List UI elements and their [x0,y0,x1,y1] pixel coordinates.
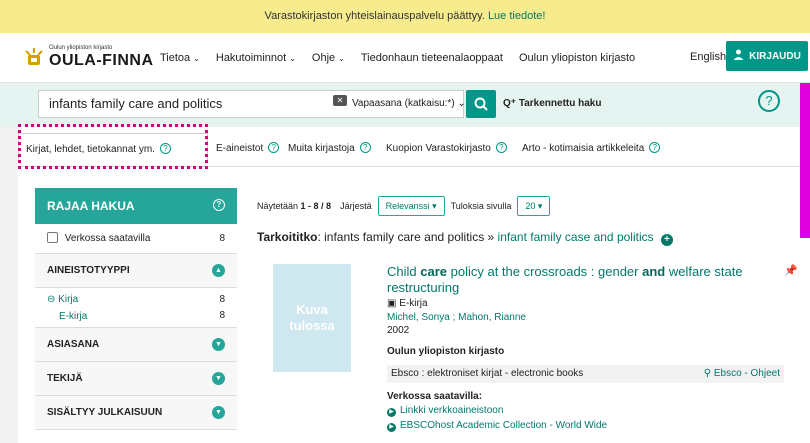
search-type-select[interactable]: Vapaasana (katkaisu:*) ⌄ [352,98,466,109]
tab-arto[interactable]: Arto - kotimaisia artikkeleita? [515,133,661,163]
result-record: Child care policy at the crossroads : ge… [387,264,787,433]
cover-placeholder[interactable]: Kuva tulossa [273,264,351,372]
per-page-label: Tuloksia sivulla [450,201,512,211]
nav-tieteenalaoppaat[interactable]: Tiedonhaun tieteenalaoppaat [361,52,503,64]
help-icon[interactable]: ? [359,142,371,153]
chevron-down-icon[interactable]: ▼ [212,338,225,351]
login-button[interactable]: KIRJAUDU [726,41,808,71]
user-icon [733,49,744,63]
clear-search-icon[interactable]: ✕ [333,95,347,106]
facet-tekija[interactable]: TEKIJÄ ▼ [35,362,237,396]
per-page-select[interactable]: 20 ▾ [517,196,551,216]
help-icon[interactable]: ? [649,142,661,153]
nav-oulun-kirjasto[interactable]: Oulun yliopiston kirjasto [519,52,635,64]
tab-kuopion-varastokirjasto[interactable]: Kuopion Varastokirjasto? [379,133,507,163]
arrow-right-icon: ▶ [387,423,396,433]
chevron-down-icon[interactable]: ▼ [212,372,225,385]
record-library: Oulun yliopiston kirjasto [387,346,505,358]
help-icon[interactable]: ? [268,142,280,153]
chevron-down-icon: ⌄ [338,54,345,63]
tab-e-aineistot[interactable]: E-aineistot? [209,133,280,163]
result-count: Näytetään 1 - 8 / 8 [257,201,332,211]
record-authors[interactable]: Michel, Sonya ; Mahon, Rianne [387,312,787,323]
online-filter[interactable]: Verkossa saatavilla 8 [35,224,237,254]
facet-count: 8 [219,233,225,244]
facet-value-kirja[interactable]: ⊖ Kirja [47,294,225,305]
facet-aineistotyyppi[interactable]: AINEISTOTYYPPI ▲ [35,254,237,288]
chevron-down-icon[interactable]: ▼ [212,406,225,419]
chevron-up-icon[interactable]: ▲ [212,264,225,277]
arrow-right-icon: ▶ [387,408,396,418]
did-you-mean: Tarkoititko: infants family care and pol… [257,230,673,246]
results-toolbar: Näytetään 1 - 8 / 8 Järjestä Relevanssi … [257,196,556,216]
source-help-link[interactable]: ⚲ Ebsco - Ohjeet [704,365,780,383]
search-icon [474,97,488,111]
record-format: ▣ E-kirja [387,298,428,310]
feedback-tab[interactable] [800,83,810,238]
online-link[interactable]: ▶ EBSCOhost Academic Collection - World W… [387,420,787,433]
tab-muita-kirjastoja[interactable]: Muita kirjastoja? [281,133,371,163]
chevron-down-icon: ⌄ [289,54,296,63]
site-logo[interactable]: Oulun yliopiston kirjasto OULA-FINNA [24,45,154,69]
logo-icon [24,47,44,67]
help-icon[interactable]: ? [495,142,507,153]
notice-banner: Varastokirjaston yhteislainauspalvelu pä… [0,0,810,33]
advanced-search-link[interactable]: Q⁺ Tarkennettu haku [503,98,601,109]
sort-label: Järjestä [340,201,372,211]
nav-hakutoiminnot[interactable]: Hakutoiminnot ⌄ [216,52,296,64]
facet-sisaltyy-julkaisuun[interactable]: SISÄLTYY JULKAISUUN ▼ [35,396,237,430]
logo-title: OULA-FINNA [49,52,154,69]
logo-subtitle: Oulun yliopiston kirjasto [49,45,113,51]
plus-icon[interactable]: + [660,234,673,246]
notice-link[interactable]: Lue tiedote! [488,10,546,22]
availability-heading: Verkossa saatavilla: [387,391,483,403]
help-icon[interactable]: ? [758,90,780,112]
record-source: Ebsco : elektroniset kirjat - electronic… [387,365,784,384]
site-header: Oulun yliopiston kirjasto OULA-FINNA Tie… [0,33,810,83]
language-link[interactable]: English [690,51,726,63]
checkbox[interactable] [47,232,58,243]
ebook-icon: ▣ [387,298,397,310]
nav-tietoa[interactable]: Tietoa ⌄ [160,52,200,64]
facet-asiasana[interactable]: ASIASANA ▼ [35,328,237,362]
facet-value-e-kirja[interactable]: E-kirja [59,311,225,322]
did-you-mean-link[interactable]: infant family case and politics [498,230,654,244]
sidebar-title: RAJAA HAKUA ? [35,188,237,224]
highlight-box [18,124,208,169]
notice-text: Varastokirjaston yhteislainauspalvelu pä… [264,10,485,22]
main-nav: Tietoa ⌄ Hakutoiminnot ⌄ Ohje ⌄ Tiedonhaun … [160,33,651,83]
filter-sidebar: RAJAA HAKUA ? Verkossa saatavilla 8 AINE… [35,188,237,430]
online-link[interactable]: ▶ Linkki verkkoaineistoon [387,405,787,418]
facet-count: 8 [219,294,225,305]
search-button[interactable] [466,90,496,118]
nav-ohje[interactable]: Ohje ⌄ [312,52,345,64]
page-margin [0,127,18,443]
record-year: 2002 [387,325,410,337]
chevron-down-icon: ⌄ [193,54,200,63]
facet-count: 8 [219,310,225,321]
help-icon[interactable]: ? [213,199,225,211]
record-title[interactable]: Child care policy at the crossroads : ge… [387,264,757,295]
sort-select[interactable]: Relevanssi ▾ [377,196,445,216]
facet-values: ⊖ Kirja 8 E-kirja 8 [35,288,237,328]
